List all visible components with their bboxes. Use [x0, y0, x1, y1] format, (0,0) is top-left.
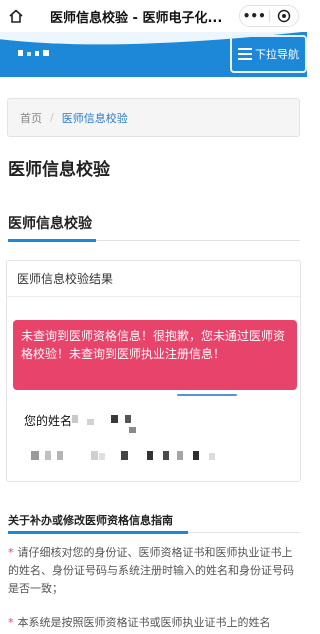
redacted-id-block [31, 451, 39, 460]
page-title: 医师信息校验 [8, 160, 110, 180]
error-alert: 未查询到医师资格信息！很抱歉，您未通过医师资格校验！未查询到医师执业注册信息！ [13, 320, 297, 390]
window-title: 医师信息校验 - 医师电子化... [50, 10, 223, 26]
guide-item-text: 请仔细核对您的身份证、医师资格证书和医师执业证书上的姓名、身份证号码与系统注册时… [8, 546, 294, 595]
name-label: 您的姓名 [24, 414, 73, 428]
wechat-top-bar: 医师信息校验 - 医师电子化... ••• [0, 0, 307, 32]
section-title: 医师信息校验 [8, 216, 92, 232]
redacted-id-block [163, 451, 169, 460]
guide-title: 关于补办或修改医师资格信息指南 [8, 514, 173, 527]
redacted-name-block [111, 415, 118, 423]
result-card-heading: 医师信息校验结果 [7, 261, 300, 297]
record-icon [277, 9, 290, 23]
redacted-name-block [72, 415, 78, 423]
redacted-id-block [91, 451, 98, 460]
breadcrumb-separator: / [50, 111, 54, 124]
breadcrumb-current[interactable]: 医师信息校验 [62, 110, 128, 126]
redacted-id-block [193, 451, 199, 460]
redacted-id-block [45, 451, 51, 460]
required-star: * [8, 546, 14, 559]
redacted-id-block [177, 451, 183, 460]
alert-underline-decoration [177, 394, 237, 396]
breadcrumb-home-link[interactable]: 首页 [20, 110, 42, 126]
dropdown-nav-button[interactable]: 下拉导航 [230, 35, 307, 73]
required-star: * [8, 616, 14, 629]
menu-icon [238, 48, 252, 60]
breadcrumb: 首页 / 医师信息校验 [7, 98, 300, 137]
more-menu-button[interactable]: ••• [240, 9, 269, 23]
guide-item-text: 本系统是按照医师资格证书或医师执业证书上的姓名 [17, 616, 271, 629]
guide-item: * 本系统是按照医师资格证书或医师执业证书上的姓名 [8, 614, 301, 632]
home-icon[interactable] [4, 0, 28, 32]
redacted-name-block [125, 415, 131, 423]
close-mini-program-button[interactable] [270, 9, 299, 23]
redacted-name-block [87, 419, 94, 425]
guide-divider-accent [8, 531, 188, 534]
redacted-id-block [209, 453, 215, 460]
redacted-id-block [147, 451, 153, 460]
redacted-name-block [129, 427, 136, 433]
redacted-id-block [99, 453, 105, 460]
redacted-id-block [57, 451, 63, 460]
site-header: 下拉导航 [0, 32, 307, 77]
dropdown-nav-label: 下拉导航 [255, 48, 299, 61]
section-divider-accent [8, 239, 96, 242]
mini-program-capsule: ••• [239, 5, 299, 27]
guide-item: * 请仔细核对您的身份证、医师资格证书和医师执业证书上的姓名、身份证号码与系统注册… [8, 544, 301, 598]
site-logo[interactable] [18, 50, 49, 56]
redacted-id-block [121, 451, 128, 460]
result-card: 医师信息校验结果 未查询到医师资格信息！很抱歉，您未通过医师资格校验！未查询到医… [6, 260, 301, 482]
